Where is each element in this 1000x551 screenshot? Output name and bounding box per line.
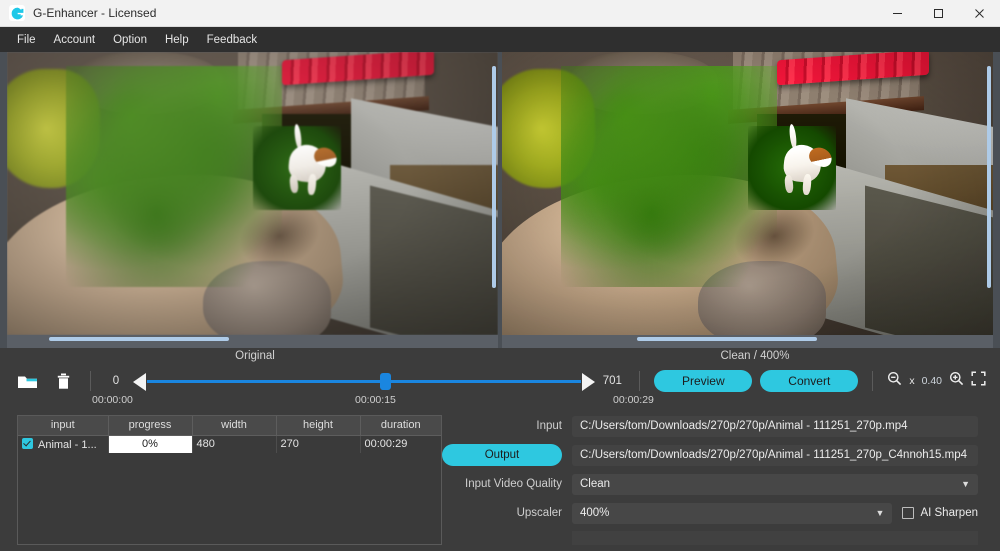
timeline-slider[interactable] [133, 369, 596, 393]
menu-item-help[interactable]: Help [156, 31, 198, 49]
cell-height: 270 [276, 435, 361, 453]
controls-row: 0 701 Preview Convert x 0.40 [0, 368, 1000, 394]
range-start-value: 0 [112, 375, 120, 387]
input-path-value[interactable]: C:/Users/tom/Downloads/270p/270p/Animal … [572, 415, 978, 437]
time-end: 00:00:29 [613, 394, 654, 406]
preview-horizontal-scrollbar-enhanced[interactable] [502, 335, 993, 342]
scrollbar-thumb[interactable] [637, 337, 817, 341]
chevron-down-icon[interactable]: ▼ [961, 479, 970, 489]
output-path-button[interactable]: Output [442, 444, 562, 466]
cell-input[interactable]: Animal - 1... [18, 435, 109, 453]
output-path-row: Output C:/Users/tom/Downloads/270p/270p/… [442, 444, 978, 466]
preview-pane-original[interactable] [7, 52, 498, 348]
file-list-panel[interactable]: input progress width height duration Ani… [17, 415, 442, 545]
input-video-quality-value: Clean [580, 478, 611, 490]
time-start: 00:00:00 [92, 394, 133, 406]
table-row[interactable]: Animal - 1... 0% 480 270 00:00:29 [18, 435, 441, 453]
output-path-value[interactable]: C:/Users/tom/Downloads/270p/270p/Animal … [572, 444, 978, 466]
maximize-icon[interactable] [918, 0, 959, 27]
time-current: 00:00:15 [355, 394, 396, 406]
menu-item-file[interactable]: File [8, 31, 45, 49]
app-window: G-Enhancer - Licensed File Account Optio… [0, 0, 1000, 551]
input-video-quality-row: Input Video Quality Clean ▼ [442, 473, 978, 495]
menu-item-option[interactable]: Option [104, 31, 156, 49]
window-controls [877, 0, 1000, 27]
column-header-progress[interactable]: progress [108, 416, 193, 436]
upscaler-value: 400% [580, 507, 610, 519]
cut-off-row [442, 531, 978, 545]
cut-off-value[interactable] [572, 531, 978, 545]
title-bar: G-Enhancer - Licensed [0, 0, 1000, 27]
ai-sharpen-label: AI Sharpen [920, 507, 978, 519]
toolbar-divider-3 [872, 371, 874, 391]
preview-horizontal-scrollbar-original[interactable] [7, 335, 498, 342]
preview-pane-enhanced[interactable] [502, 52, 993, 348]
cell-input-text: Animal - 1... [38, 438, 97, 451]
playback-controls: Original Clean / 400% 0 701 Preview Conv… [0, 348, 1000, 411]
zoom-controls: x 0.40 [887, 371, 986, 391]
file-list-table: input progress width height duration Ani… [18, 416, 441, 453]
minimize-icon[interactable] [877, 0, 918, 27]
zoom-in-icon[interactable] [949, 371, 964, 391]
menu-item-feedback[interactable]: Feedback [198, 31, 267, 49]
timeline-track[interactable] [147, 380, 582, 383]
ai-sharpen-checkbox-group[interactable]: AI Sharpen [902, 507, 978, 519]
range-end-value: 701 [602, 375, 622, 387]
toolbar-divider-2 [639, 371, 641, 391]
chevron-down-icon[interactable]: ▼ [876, 508, 885, 518]
column-header-duration[interactable]: duration [360, 416, 441, 436]
settings-panel: Input C:/Users/tom/Downloads/270p/270p/A… [442, 411, 1000, 551]
preview-button[interactable]: Preview [654, 370, 753, 392]
column-header-width[interactable]: width [192, 416, 277, 436]
row-checkbox[interactable] [22, 437, 33, 449]
menu-bar: File Account Option Help Feedback [0, 27, 1000, 52]
folder-icon[interactable] [14, 369, 40, 393]
zoom-level-value: 0.40 [921, 375, 942, 387]
upscaler-row: Upscaler 400% ▼ AI Sharpen [442, 502, 978, 524]
close-icon[interactable] [959, 0, 1000, 27]
preview-vertical-scrollbar-enhanced[interactable] [987, 66, 991, 288]
input-path-label: Input [536, 420, 562, 432]
table-header-row: input progress width height duration [18, 416, 441, 436]
input-video-quality-select[interactable]: Clean ▼ [572, 473, 978, 495]
convert-button[interactable]: Convert [760, 370, 859, 392]
scrollbar-thumb[interactable] [49, 337, 229, 341]
menu-item-account[interactable]: Account [45, 31, 105, 49]
video-frame-graphic [502, 52, 993, 335]
toolbar-divider [90, 371, 91, 391]
ai-sharpen-checkbox[interactable] [902, 507, 915, 519]
title-bar-left: G-Enhancer - Licensed [0, 5, 877, 21]
column-header-height[interactable]: height [276, 416, 361, 436]
g-logo-icon [9, 5, 25, 21]
range-end-handle[interactable] [582, 373, 596, 391]
preview-vertical-scrollbar-original[interactable] [492, 66, 496, 288]
timeline-playhead[interactable] [380, 373, 391, 390]
timecode-row: 00:00:00 00:00:15 00:00:29 [0, 394, 1000, 408]
preview-label-original: Original [235, 350, 275, 362]
preview-area [0, 52, 1000, 348]
fullscreen-icon[interactable] [971, 371, 986, 391]
original-video-frame [7, 52, 498, 335]
cell-duration: 00:00:29 [364, 438, 408, 451]
bottom-panel: input progress width height duration Ani… [0, 411, 1000, 551]
zoom-out-icon[interactable] [887, 371, 902, 391]
upscaler-select[interactable]: 400% ▼ [572, 502, 893, 524]
video-frame-graphic [7, 52, 498, 335]
zoom-multiplier-label: x [909, 375, 915, 387]
window-title: G-Enhancer - Licensed [33, 6, 157, 20]
trash-icon[interactable] [50, 369, 76, 393]
input-path-row: Input C:/Users/tom/Downloads/270p/270p/A… [442, 415, 978, 437]
enhanced-video-frame [502, 52, 993, 335]
preview-label-enhanced: Clean / 400% [720, 350, 790, 362]
input-video-quality-label: Input Video Quality [465, 478, 562, 490]
cell-width: 480 [192, 435, 277, 453]
column-header-input[interactable]: input [18, 416, 109, 436]
cell-progress: 0% [108, 435, 193, 453]
range-start-handle[interactable] [133, 373, 146, 391]
upscaler-label: Upscaler [516, 507, 562, 519]
